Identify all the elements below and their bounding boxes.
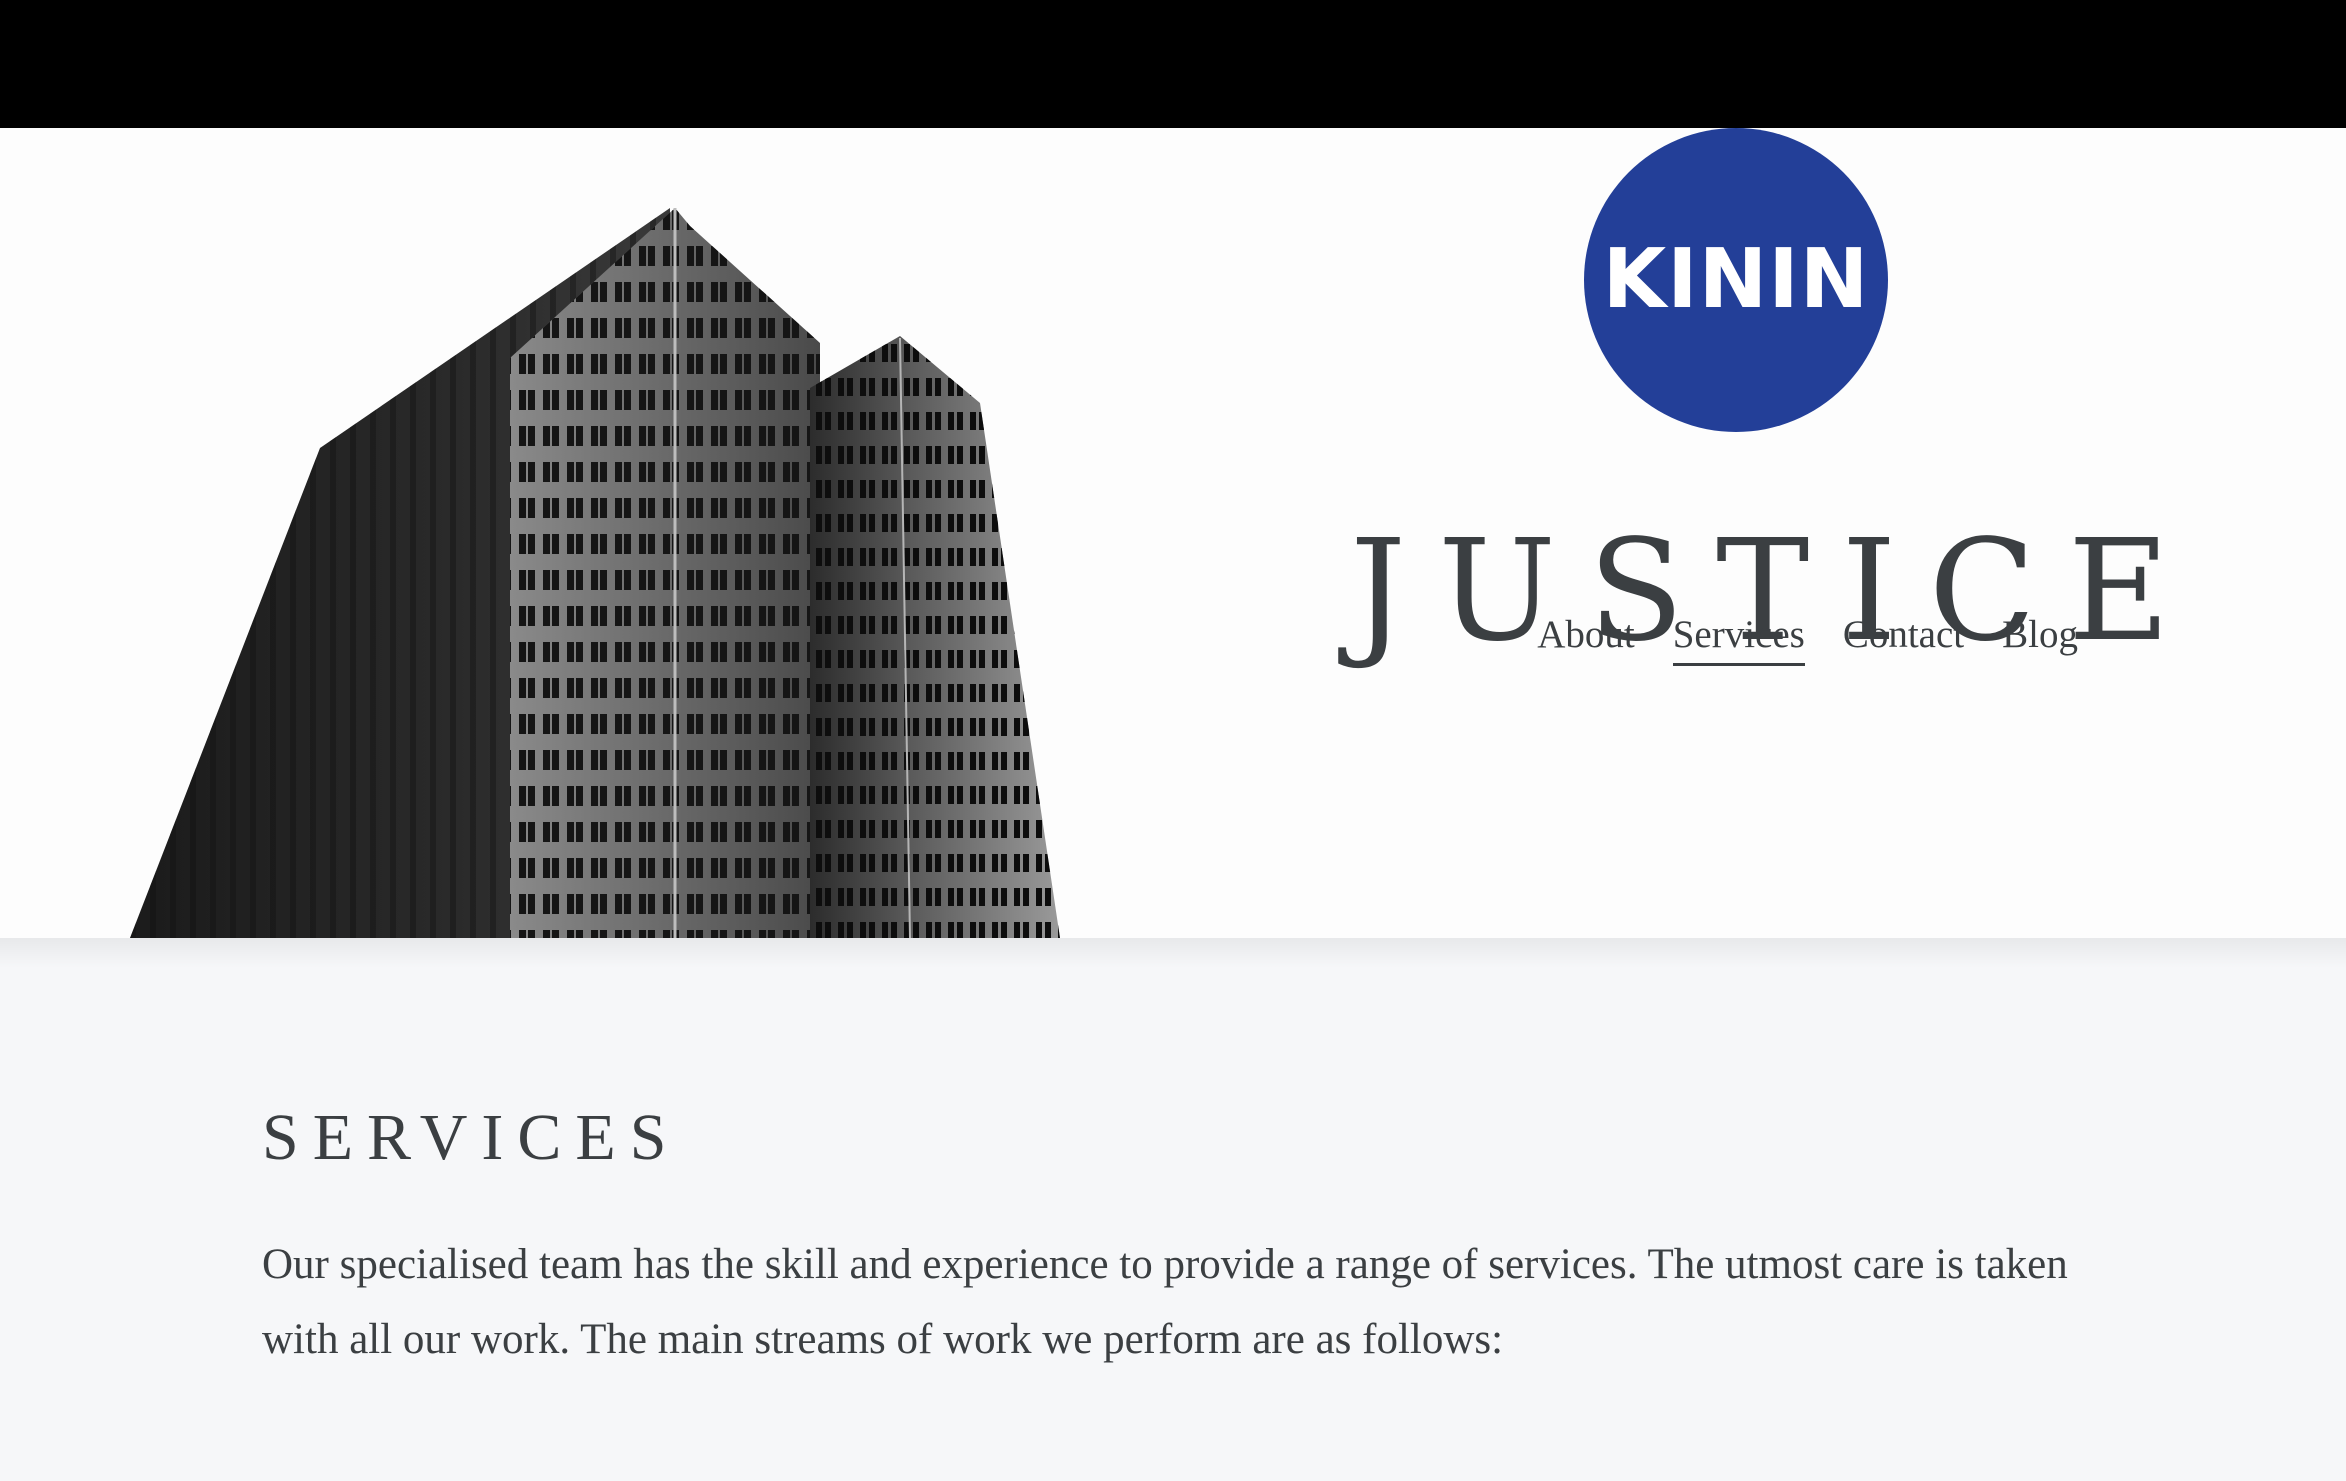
logo-badge[interactable]: KININ: [1584, 128, 1888, 432]
nav-link-contact[interactable]: Contact: [1843, 612, 1964, 666]
nav-link-blog[interactable]: Blog: [2002, 612, 2078, 666]
main-nav: About Services Contact Blog: [1537, 612, 2078, 666]
hero-divider-shadow: [0, 938, 2346, 968]
services-heading: SERVICES: [262, 1101, 681, 1174]
hero-header: KININ JUSTICE About Services Contact Blo…: [0, 128, 2346, 938]
nav-link-about[interactable]: About: [1537, 612, 1635, 666]
top-bar: [0, 0, 2346, 128]
building-photo: [130, 208, 1060, 938]
nav-link-services[interactable]: Services: [1672, 612, 1805, 666]
services-section: SERVICES Our specialised team has the sk…: [262, 1098, 2122, 1377]
services-intro: Our specialised team has the skill and e…: [262, 1241, 2068, 1364]
logo-text: KININ: [1602, 232, 1870, 327]
